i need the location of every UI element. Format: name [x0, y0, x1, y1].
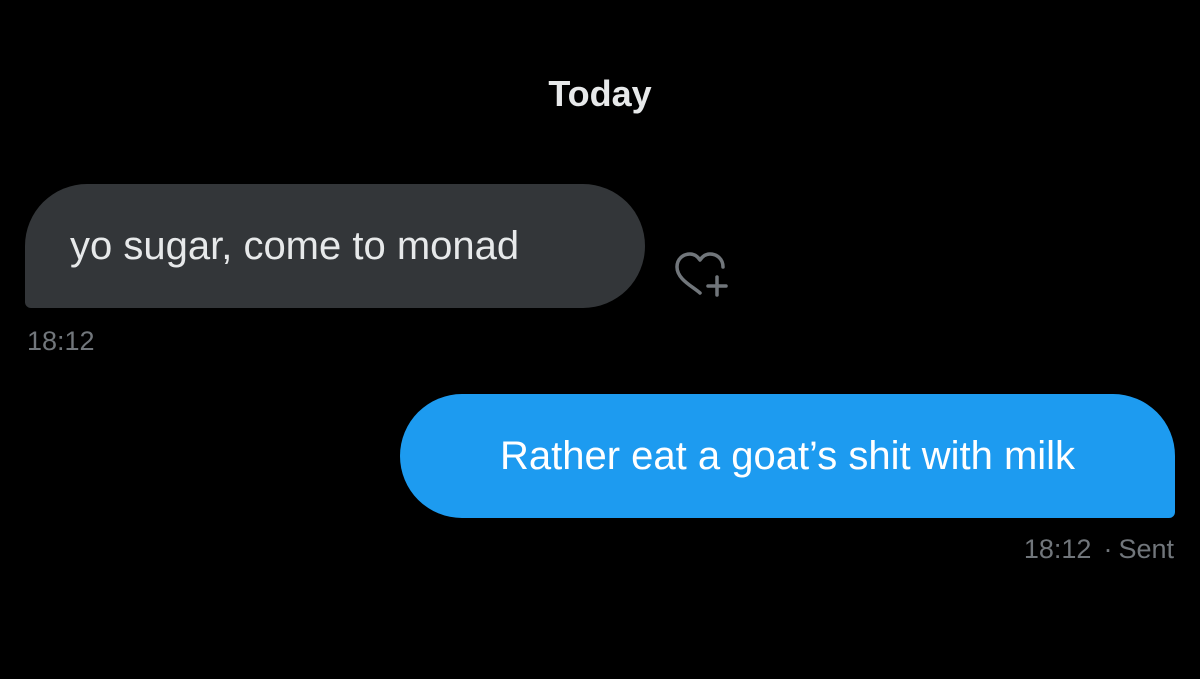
message-status: Sent: [1118, 534, 1174, 564]
add-reaction-button[interactable]: [670, 250, 732, 302]
day-separator: Today: [548, 73, 652, 114]
outgoing-message-time: 18:12: [1023, 534, 1092, 564]
incoming-message-bubble[interactable]: yo sugar, come to monad: [25, 184, 645, 308]
outgoing-message-bubble[interactable]: Rather eat a goat’s shit with milk: [400, 394, 1175, 518]
heart-plus-icon: [675, 252, 728, 297]
outgoing-message-meta: 18:12 · Sent: [1024, 532, 1174, 566]
incoming-message-time: 18:12: [27, 326, 95, 356]
dm-conversation: Today yo sugar, come to monad 18:12 Rath…: [0, 0, 1200, 679]
meta-separator: ·: [1103, 534, 1113, 564]
